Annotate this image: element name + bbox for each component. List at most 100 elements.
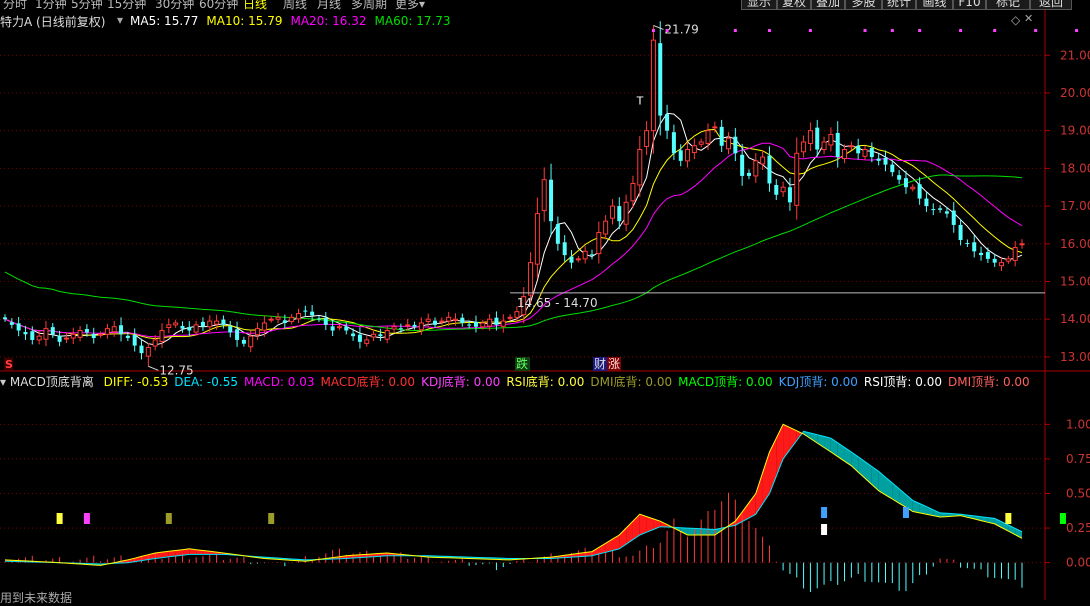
candle[interactable] — [372, 330, 376, 341]
candle[interactable] — [795, 137, 799, 219]
candle[interactable] — [938, 205, 942, 213]
candle[interactable] — [221, 315, 225, 328]
period-tab-0[interactable]: 分时 — [3, 0, 27, 10]
candle[interactable] — [733, 128, 737, 161]
candle[interactable] — [747, 169, 751, 179]
candle[interactable] — [296, 309, 300, 323]
candle[interactable] — [931, 203, 935, 215]
candle[interactable] — [283, 315, 287, 329]
toolbar-button-3[interactable]: 多股 — [845, 0, 882, 10]
candle[interactable] — [870, 142, 874, 162]
candle[interactable] — [174, 320, 178, 328]
candle[interactable] — [276, 313, 280, 323]
candle[interactable] — [17, 317, 21, 336]
candle[interactable] — [597, 222, 601, 264]
candle[interactable] — [413, 322, 417, 330]
settings-icon[interactable]: ✕ — [1024, 12, 1033, 25]
candle[interactable] — [112, 321, 116, 337]
candle[interactable] — [686, 142, 690, 167]
toolbar-button-6[interactable]: F10 — [953, 0, 986, 10]
candle[interactable] — [774, 179, 778, 200]
diamond-icon[interactable]: ◇ — [1011, 13, 1020, 27]
candle[interactable] — [645, 121, 649, 155]
candle[interactable] — [699, 139, 703, 148]
candle[interactable] — [187, 321, 191, 336]
candle[interactable] — [1020, 239, 1024, 249]
period-tab-10[interactable]: 更多▾ — [395, 0, 425, 10]
candle[interactable] — [324, 312, 328, 330]
macd-chart[interactable]: 1.000.750.500.250.00 — [0, 381, 1090, 600]
candle[interactable] — [365, 336, 369, 346]
candle[interactable] — [1013, 241, 1017, 266]
candle[interactable] — [44, 321, 48, 346]
candle[interactable] — [78, 326, 82, 341]
candle[interactable] — [556, 216, 560, 250]
candle[interactable] — [706, 124, 710, 150]
candle[interactable] — [563, 235, 567, 261]
candle[interactable] — [761, 150, 765, 170]
candle[interactable] — [317, 315, 321, 321]
event-cai[interactable]: 财 — [594, 357, 606, 371]
candle[interactable] — [474, 316, 478, 333]
candle[interactable] — [194, 321, 198, 336]
period-tab-2[interactable]: 5分钟 — [71, 0, 103, 10]
candle[interactable] — [167, 319, 171, 334]
candle[interactable] — [972, 235, 976, 257]
candle[interactable] — [119, 317, 123, 341]
candle[interactable] — [979, 247, 983, 261]
toolbar-button-0[interactable]: 显示 — [741, 0, 777, 10]
candle[interactable] — [1006, 256, 1010, 264]
candle[interactable] — [918, 177, 922, 205]
candle[interactable] — [836, 121, 840, 167]
period-tab-4[interactable]: 30分钟 — [155, 0, 194, 10]
toolbar-button-4[interactable]: 统计 — [882, 0, 916, 10]
candle[interactable] — [604, 215, 608, 239]
candle[interactable] — [590, 250, 594, 260]
candle[interactable] — [720, 120, 724, 152]
candle[interactable] — [535, 198, 539, 279]
candle[interactable] — [269, 316, 273, 322]
period-tab-7[interactable]: 周线 — [283, 0, 307, 10]
candle[interactable] — [849, 142, 853, 151]
candle[interactable] — [624, 195, 628, 232]
candle[interactable] — [64, 333, 68, 343]
candle[interactable] — [378, 329, 382, 341]
candle[interactable] — [440, 318, 444, 326]
candle[interactable] — [959, 219, 963, 246]
candle[interactable] — [802, 136, 806, 158]
candle[interactable] — [610, 199, 614, 224]
candle[interactable] — [822, 137, 826, 155]
candle[interactable] — [3, 314, 7, 322]
candle[interactable] — [911, 184, 915, 191]
event-zhang[interactable]: 涨 — [608, 356, 620, 371]
candle[interactable] — [92, 328, 96, 344]
candle[interactable] — [71, 328, 75, 344]
candle[interactable] — [242, 337, 246, 347]
event-die[interactable]: 跌 — [516, 356, 528, 371]
candlestick-chart[interactable]: 21.0020.0019.0018.0017.0016.0015.0014.00… — [0, 10, 1090, 382]
candle[interactable] — [358, 327, 362, 348]
candle[interactable] — [727, 132, 731, 154]
candle[interactable] — [924, 192, 928, 212]
candle[interactable] — [665, 105, 669, 139]
candle[interactable] — [986, 248, 990, 263]
candle[interactable] — [781, 182, 785, 197]
candle[interactable] — [392, 323, 396, 333]
candle[interactable] — [51, 323, 55, 338]
candle[interactable] — [549, 164, 553, 236]
indicator-name[interactable]: MACD顶底背离 — [10, 375, 94, 389]
candle[interactable] — [344, 322, 348, 334]
period-tab-8[interactable]: 月线 — [317, 0, 341, 10]
candle[interactable] — [501, 314, 505, 333]
candle[interactable] — [303, 306, 307, 316]
candle[interactable] — [993, 254, 997, 267]
candle[interactable] — [897, 170, 901, 184]
period-tab-3[interactable]: 15分钟 — [107, 0, 146, 10]
toolbar-button-8[interactable]: 返回 — [1030, 0, 1072, 10]
candle[interactable] — [58, 331, 62, 346]
toolbar-button-5[interactable]: 画线 — [916, 0, 953, 10]
period-tab-5[interactable]: 60分钟 — [199, 0, 238, 10]
candle[interactable] — [965, 239, 969, 247]
candle[interactable] — [153, 335, 157, 350]
toolbar-button-1[interactable]: 复权 — [777, 0, 811, 10]
